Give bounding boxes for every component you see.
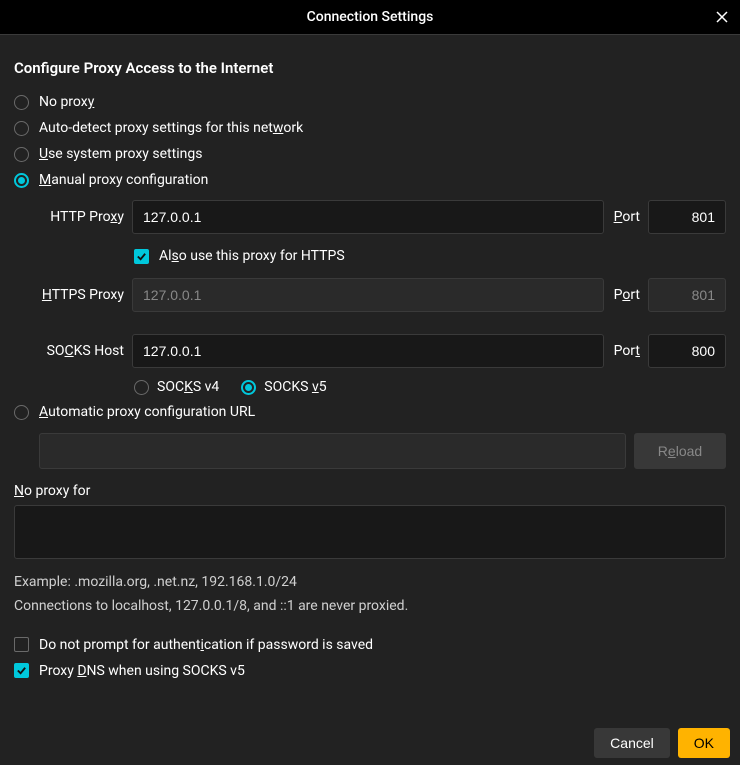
close-icon [716,11,728,23]
dialog-title: Connection Settings [307,9,434,25]
socks-version-row: SOCKS v4 SOCKS v5 [14,375,726,399]
socks-host-label: SOCKS Host [14,343,124,359]
http-port-label: Port [614,209,640,225]
also-https-row[interactable]: Also use this proxy for HTTPS [14,241,726,271]
radio-socks-v4[interactable] [134,380,149,395]
socks-port-input[interactable] [648,334,726,368]
radio-auto-detect-row[interactable]: Auto-detect proxy settings for this netw… [14,115,726,141]
radio-no-proxy[interactable] [14,95,29,110]
radio-system[interactable] [14,147,29,162]
https-port-label: Port [614,287,640,303]
http-port-input[interactable] [648,200,726,234]
radio-auto-url-row[interactable]: Automatic proxy configuration URL [14,399,726,425]
titlebar: Connection Settings [0,0,740,35]
example-text: Example: .mozilla.org, .net.nz, 192.168.… [14,571,726,593]
close-button[interactable] [712,7,732,27]
socks-v4-option[interactable]: SOCKS v4 [134,379,219,395]
section-heading: Configure Proxy Access to the Internet [14,59,726,77]
radio-no-proxy-row[interactable]: No proxy [14,89,726,115]
ok-button[interactable]: OK [678,728,730,758]
radio-auto-url[interactable] [14,405,29,420]
check-icon [136,251,147,262]
also-https-label: Also use this proxy for HTTPS [159,248,345,264]
radio-socks-v5[interactable] [241,380,256,395]
proxy-dns-row[interactable]: Proxy DNS when using SOCKS v5 [14,658,726,684]
radio-auto-detect-label: Auto-detect proxy settings for this netw… [39,120,303,136]
reload-button: Reload [634,433,726,469]
no-prompt-label: Do not prompt for authentication if pass… [39,637,373,653]
pac-url-row: Reload [14,433,726,469]
socks-port-label: Port [614,343,640,359]
http-proxy-label: HTTP Proxy [14,209,124,225]
radio-manual[interactable] [14,173,29,188]
content-area: Configure Proxy Access to the Internet N… [0,35,740,721]
https-port-input [648,278,726,312]
socks-v5-option[interactable]: SOCKS v5 [241,379,326,395]
dialog-footer: Cancel OK [0,721,740,765]
check-icon [16,665,27,676]
radio-auto-detect[interactable] [14,121,29,136]
radio-manual-label: Manual proxy configuration [39,172,208,188]
socks-host-row: SOCKS Host Port [14,334,726,368]
https-proxy-row: HTTPS Proxy Port [14,278,726,312]
https-proxy-label: HTTPS Proxy [14,287,124,303]
radio-system-row[interactable]: Use system proxy settings [14,141,726,167]
cancel-button[interactable]: Cancel [594,728,670,758]
https-proxy-input [132,278,604,312]
no-prompt-row[interactable]: Do not prompt for authentication if pass… [14,632,726,658]
socks-v4-label: SOCKS v4 [157,379,219,395]
radio-no-proxy-label: No proxy [39,94,94,110]
pac-url-input [39,433,626,469]
localhost-note: Connections to localhost, 127.0.0.1/8, a… [14,595,726,617]
socks-v5-label: SOCKS v5 [264,379,326,395]
http-proxy-input[interactable] [132,200,604,234]
no-proxy-textarea[interactable] [14,505,726,559]
radio-auto-url-label: Automatic proxy configuration URL [39,404,255,420]
no-prompt-checkbox[interactable] [14,637,29,652]
proxy-dns-checkbox[interactable] [14,663,29,678]
radio-system-label: Use system proxy settings [39,146,202,162]
http-proxy-row: HTTP Proxy Port [14,200,726,234]
radio-manual-row[interactable]: Manual proxy configuration [14,167,726,193]
proxy-dns-label: Proxy DNS when using SOCKS v5 [39,663,245,679]
also-https-checkbox[interactable] [134,249,149,264]
socks-host-input[interactable] [132,334,604,368]
no-proxy-for-label: No proxy for [14,483,726,499]
